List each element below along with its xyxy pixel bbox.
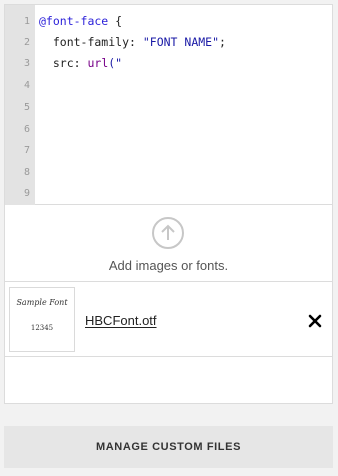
line-number: 5 xyxy=(23,102,30,113)
file-list-item: Sample Font 12345 HBCFont.otf xyxy=(5,283,332,357)
code-text: ; xyxy=(219,35,226,49)
code-string: "FONT NAME" xyxy=(142,35,220,49)
code-text: { xyxy=(108,14,123,28)
code-keyword: @font-face xyxy=(39,14,109,28)
file-name-link[interactable]: HBCFont.otf xyxy=(85,313,157,328)
line-number: 7 xyxy=(23,145,30,156)
code-function: url xyxy=(87,56,109,70)
line-number: 3 xyxy=(23,58,30,69)
line-number: 8 xyxy=(23,167,30,178)
code-property: src: xyxy=(39,56,88,70)
line-number: 9 xyxy=(23,188,30,199)
css-code-editor[interactable]: 1 2 3 4 5 6 7 8 9 @font-face { font-fami… xyxy=(5,5,332,205)
line-number-gutter: 1 2 3 4 5 6 7 8 9 xyxy=(5,5,35,205)
code-string: (" xyxy=(108,56,123,70)
manage-custom-files-button[interactable]: MANAGE CUSTOM FILES xyxy=(4,426,333,468)
code-line-3: src: url(" xyxy=(39,56,122,72)
line-number: 2 xyxy=(23,37,30,48)
upload-dropzone[interactable]: Add images or fonts. xyxy=(5,206,332,282)
line-number: 4 xyxy=(23,80,30,91)
upload-label: Add images or fonts. xyxy=(108,258,229,273)
code-line-2: font-family: "FONT NAME"; xyxy=(39,35,226,51)
close-icon[interactable] xyxy=(305,311,325,331)
line-number: 6 xyxy=(23,124,30,135)
thumbnail-sample-digits: 12345 xyxy=(30,324,54,332)
code-line-1: @font-face { xyxy=(39,14,122,30)
thumbnail-sample-title: Sample Font xyxy=(16,298,68,307)
arrow-up-circle-icon[interactable] xyxy=(152,217,184,249)
line-number: 1 xyxy=(23,16,30,27)
font-preview-thumbnail: Sample Font 12345 xyxy=(9,287,75,352)
custom-files-panel: 1 2 3 4 5 6 7 8 9 @font-face { font-fami… xyxy=(4,4,333,404)
code-property: font-family: xyxy=(39,35,143,49)
